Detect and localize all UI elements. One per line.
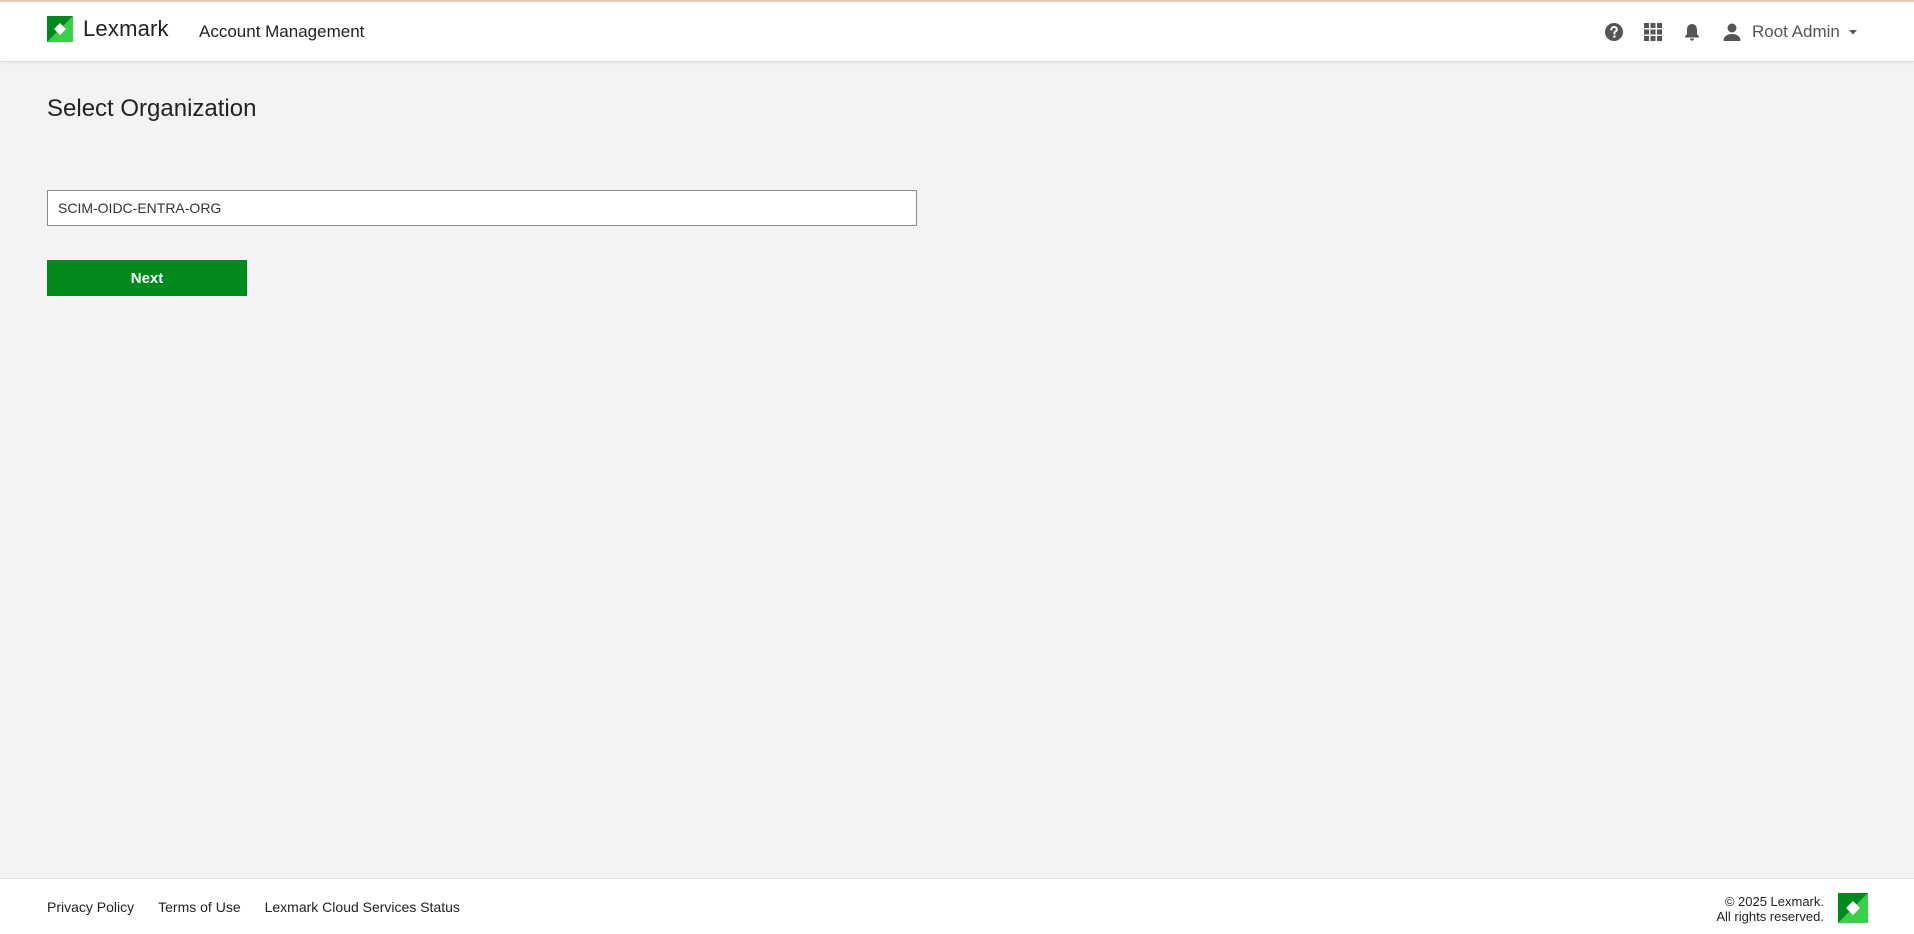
bell-icon[interactable] bbox=[1681, 21, 1703, 43]
terms-of-use-link[interactable]: Terms of Use bbox=[158, 899, 240, 915]
app-title: Account Management bbox=[199, 22, 365, 41]
privacy-policy-link[interactable]: Privacy Policy bbox=[47, 899, 134, 915]
brand-name: Lexmark bbox=[83, 16, 169, 41]
brand[interactable]: Lexmark bbox=[47, 16, 169, 42]
user-name: Root Admin bbox=[1752, 22, 1840, 41]
footer: Privacy Policy Terms of Use Lexmark Clou… bbox=[0, 878, 1914, 934]
lexmark-logo-icon bbox=[47, 16, 73, 42]
copyright-line-1: © 2025 Lexmark. bbox=[1724, 894, 1824, 909]
user-menu[interactable]: Root Admin bbox=[1721, 20, 1858, 44]
next-button[interactable]: Next bbox=[47, 260, 247, 296]
apps-grid-icon[interactable] bbox=[1642, 21, 1664, 43]
copyright-line-2: All rights reserved. bbox=[1716, 909, 1824, 924]
organization-input[interactable] bbox=[47, 190, 917, 226]
page-title: Select Organization bbox=[47, 95, 257, 122]
help-icon[interactable] bbox=[1603, 21, 1625, 43]
footer-lexmark-logo-icon bbox=[1838, 893, 1868, 923]
user-icon bbox=[1723, 23, 1741, 41]
top-header: Lexmark Account Management Root Admin bbox=[0, 2, 1914, 62]
caret-down-icon bbox=[1848, 30, 1857, 35]
footer-links: Privacy Policy Terms of Use Lexmark Clou… bbox=[47, 899, 484, 915]
cloud-services-status-link[interactable]: Lexmark Cloud Services Status bbox=[265, 899, 460, 915]
copyright: © 2025 Lexmark. All rights reserved. bbox=[1716, 894, 1824, 924]
